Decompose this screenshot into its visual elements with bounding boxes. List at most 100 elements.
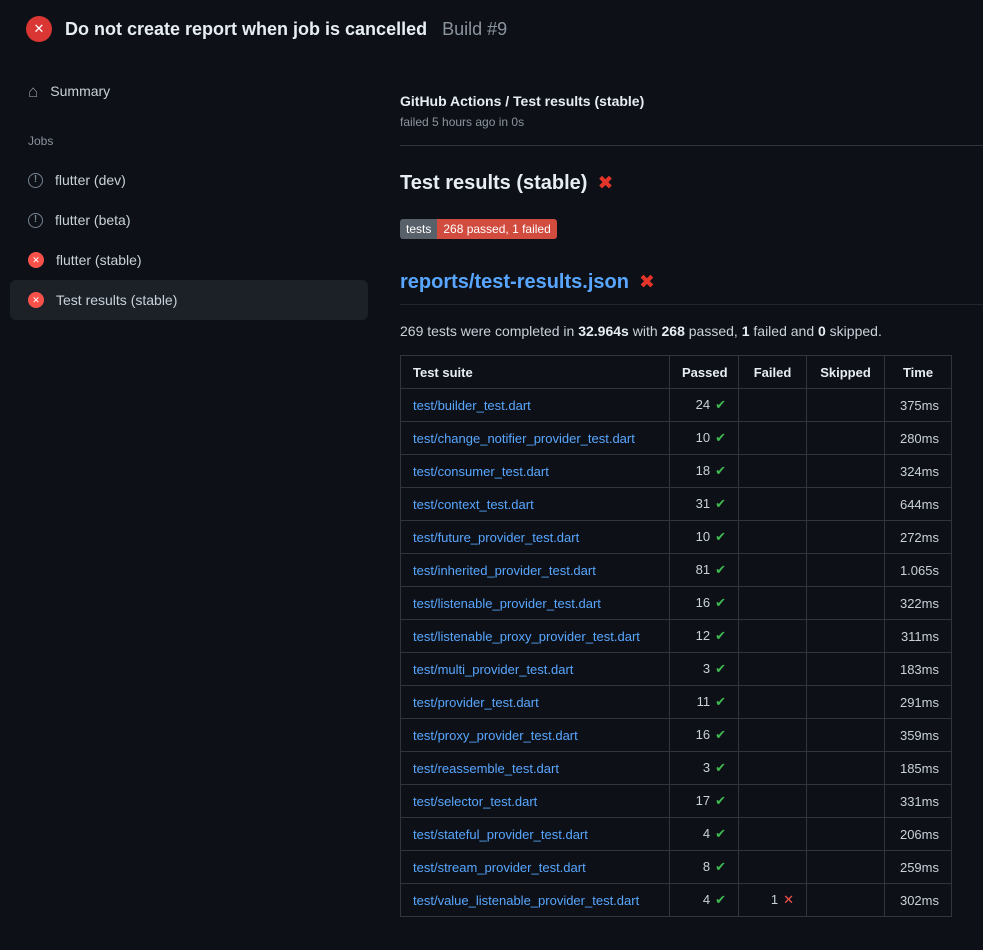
time-cell: 291ms bbox=[885, 686, 952, 719]
main-content: GitHub Actions / Test results (stable) f… bbox=[378, 56, 983, 917]
suite-cell: test/change_notifier_provider_test.dart bbox=[401, 422, 670, 455]
tests-status-badge: tests 268 passed, 1 failed bbox=[400, 219, 557, 239]
cross-mark-icon: ✖ bbox=[639, 273, 655, 292]
suite-cell: test/proxy_provider_test.dart bbox=[401, 719, 670, 752]
skipped-cell bbox=[807, 851, 885, 884]
passed-count: 3 bbox=[703, 661, 710, 676]
time-cell: 185ms bbox=[885, 752, 952, 785]
passed-cell: 4✔ bbox=[670, 818, 739, 851]
skipped-cell bbox=[807, 422, 885, 455]
skipped-cell bbox=[807, 620, 885, 653]
suite-link[interactable]: test/proxy_provider_test.dart bbox=[413, 728, 578, 743]
report-file-link[interactable]: reports/test-results.json bbox=[400, 271, 629, 294]
passed-count: 10 bbox=[696, 529, 710, 544]
passed-count: 4 bbox=[703, 826, 710, 841]
failed-cell bbox=[739, 818, 807, 851]
suite-cell: test/selector_test.dart bbox=[401, 785, 670, 818]
summary-part: passed, bbox=[685, 323, 742, 339]
suite-link[interactable]: test/stream_provider_test.dart bbox=[413, 860, 586, 875]
passed-count: 11 bbox=[697, 694, 711, 709]
passed-count: 10 bbox=[696, 430, 710, 445]
passed-count: 4 bbox=[703, 892, 710, 907]
time-cell: 359ms bbox=[885, 719, 952, 752]
suite-link[interactable]: test/change_notifier_provider_test.dart bbox=[413, 431, 635, 446]
passed-count: 16 bbox=[696, 727, 710, 742]
summary-part: with bbox=[629, 323, 662, 339]
failed-cell bbox=[739, 719, 807, 752]
suite-link[interactable]: test/builder_test.dart bbox=[413, 398, 531, 413]
summary-part: 269 tests were completed in bbox=[400, 323, 578, 339]
suite-cell: test/listenable_provider_test.dart bbox=[401, 587, 670, 620]
suite-link[interactable]: test/future_provider_test.dart bbox=[413, 530, 579, 545]
report-heading: reports/test-results.json ✖ bbox=[400, 271, 983, 305]
table-row: test/consumer_test.dart18✔324ms bbox=[401, 455, 952, 488]
skipped-cell bbox=[807, 389, 885, 422]
sidebar-item-flutter-dev[interactable]: !flutter (dev) bbox=[10, 160, 368, 200]
x-icon: ✕ bbox=[783, 892, 794, 907]
suite-cell: test/listenable_proxy_provider_test.dart bbox=[401, 620, 670, 653]
failed-cell bbox=[739, 686, 807, 719]
sidebar-item-flutter-stable[interactable]: ✕flutter (stable) bbox=[10, 240, 368, 280]
check-icon: ✔ bbox=[715, 859, 726, 874]
sidebar-item-summary[interactable]: ⌂ Summary bbox=[0, 74, 378, 108]
failed-cell bbox=[739, 851, 807, 884]
suite-cell: test/stream_provider_test.dart bbox=[401, 851, 670, 884]
job-label: flutter (dev) bbox=[55, 172, 126, 188]
table-row: test/context_test.dart31✔644ms bbox=[401, 488, 952, 521]
content-layout: ⌂ Summary Jobs !flutter (dev)!flutter (b… bbox=[0, 56, 983, 917]
column-header-skipped: Skipped bbox=[807, 356, 885, 389]
badge-label: tests bbox=[400, 219, 437, 239]
skipped-cell bbox=[807, 521, 885, 554]
table-row: test/stream_provider_test.dart 8✔ 259ms bbox=[401, 851, 952, 884]
suite-link[interactable]: test/listenable_provider_test.dart bbox=[413, 596, 601, 611]
skipped-cell bbox=[807, 686, 885, 719]
suite-link[interactable]: test/inherited_provider_test.dart bbox=[413, 563, 596, 578]
suite-link[interactable]: test/context_test.dart bbox=[413, 497, 534, 512]
sidebar-jobs-list: !flutter (dev)!flutter (beta)✕flutter (s… bbox=[0, 160, 378, 320]
suite-link[interactable]: test/selector_test.dart bbox=[413, 794, 537, 809]
check-icon: ✔ bbox=[715, 661, 726, 676]
check-icon: ✔ bbox=[715, 694, 726, 709]
failed-cell bbox=[739, 521, 807, 554]
sidebar-item-test-results-stable[interactable]: ✕ Test results (stable) bbox=[10, 280, 368, 320]
summary-skipped-count: 0 bbox=[818, 323, 826, 339]
passed-cell: 81✔ bbox=[670, 554, 739, 587]
suite-cell: test/inherited_provider_test.dart bbox=[401, 554, 670, 587]
suite-cell: test/reassemble_test.dart bbox=[401, 752, 670, 785]
cross-mark-icon: ✖ bbox=[597, 174, 613, 193]
passed-cell: 4✔ bbox=[670, 884, 739, 917]
skipped-cell bbox=[807, 884, 885, 917]
table-row: test/proxy_provider_test.dart16✔359ms bbox=[401, 719, 952, 752]
table-row: test/future_provider_test.dart10✔272ms bbox=[401, 521, 952, 554]
results-table-header-row: Test suitePassedFailedSkippedTime bbox=[401, 356, 952, 389]
sidebar-item-flutter-beta[interactable]: !flutter (beta) bbox=[10, 200, 368, 240]
summary-failed-count: 1 bbox=[742, 323, 750, 339]
x-circle-icon: ✕ bbox=[28, 252, 44, 268]
failed-cell bbox=[739, 752, 807, 785]
passed-cell: 11 ✔ bbox=[670, 686, 739, 719]
suite-link[interactable]: test/stateful_provider_test.dart bbox=[413, 827, 588, 842]
suite-link[interactable]: test/provider_test.dart bbox=[413, 695, 539, 710]
check-icon: ✔ bbox=[715, 793, 726, 808]
suite-link[interactable]: test/value_listenable_provider_test.dart bbox=[413, 893, 639, 908]
check-icon: ✔ bbox=[715, 463, 726, 478]
time-cell: 259ms bbox=[885, 851, 952, 884]
x-circle-icon: ✕ bbox=[28, 292, 44, 308]
summary-part: skipped. bbox=[826, 323, 882, 339]
suite-link[interactable]: test/listenable_proxy_provider_test.dart bbox=[413, 629, 640, 644]
suite-link[interactable]: test/reassemble_test.dart bbox=[413, 761, 559, 776]
suite-link[interactable]: test/multi_provider_test.dart bbox=[413, 662, 573, 677]
column-header-passed: Passed bbox=[670, 356, 739, 389]
time-cell: 322ms bbox=[885, 587, 952, 620]
check-icon: ✔ bbox=[715, 562, 726, 577]
job-label: Test results (stable) bbox=[56, 292, 177, 308]
passed-cell: 8✔ bbox=[670, 851, 739, 884]
passed-count: 12 bbox=[696, 628, 710, 643]
suite-link[interactable]: test/consumer_test.dart bbox=[413, 464, 549, 479]
failed-cell bbox=[739, 620, 807, 653]
failed-cell bbox=[739, 422, 807, 455]
time-cell: 375ms bbox=[885, 389, 952, 422]
skipped-cell bbox=[807, 785, 885, 818]
skipped-cell bbox=[807, 587, 885, 620]
home-icon: ⌂ bbox=[28, 83, 38, 100]
